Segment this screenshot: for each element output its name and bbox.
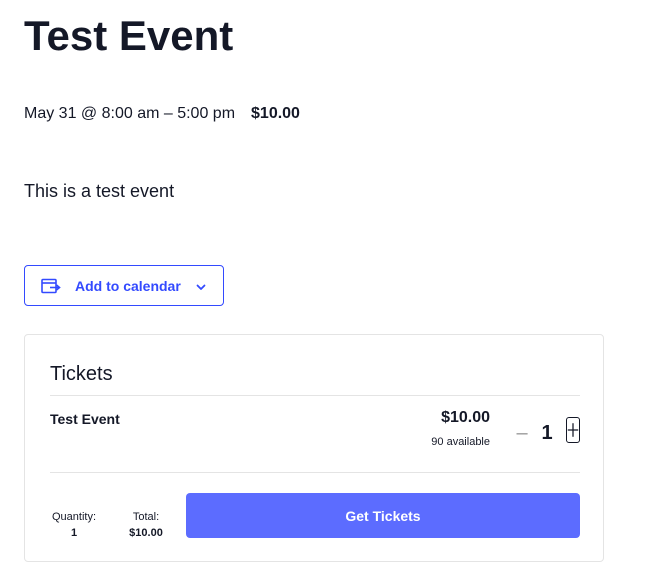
footer-total: Total: $10.00 <box>123 509 169 541</box>
event-description: This is a test event <box>24 181 175 201</box>
tickets-card: Tickets Test Event $10.00 90 available –… <box>24 334 604 562</box>
footer-quantity-value: 1 <box>70 527 78 539</box>
event-price: $10.00 <box>251 105 300 122</box>
divider <box>50 395 580 396</box>
event-datetime: May 31 @ 8:00 am – 5:00 pm <box>24 105 236 122</box>
tickets-heading: Tickets <box>50 363 113 385</box>
footer-total-value: $10.00 <box>129 527 163 539</box>
chevron-down-icon <box>195 280 207 292</box>
event-title: Test Event <box>24 12 234 59</box>
ticket-name: Test Event <box>50 411 120 427</box>
event-meta: May 31 @ 8:00 am – 5:00 pm $10.00 <box>24 104 300 124</box>
quantity-increment-button[interactable] <box>566 417 580 443</box>
calendar-export-icon <box>41 278 61 294</box>
divider <box>50 472 580 473</box>
ticket-availability: 90 available <box>431 436 490 448</box>
get-tickets-button[interactable]: Get Tickets <box>186 493 580 538</box>
plus-icon <box>567 423 579 437</box>
footer-total-label: Total: <box>132 511 160 523</box>
footer-quantity: Quantity: 1 <box>47 509 101 541</box>
add-to-calendar-label: Add to calendar <box>75 277 181 294</box>
add-to-calendar-button[interactable]: Add to calendar <box>24 265 224 306</box>
quantity-decrement-button[interactable]: – <box>514 423 530 443</box>
ticket-price: $10.00 <box>441 409 490 426</box>
footer-quantity-label: Quantity: <box>51 511 97 523</box>
quantity-value[interactable]: 1 <box>536 420 558 446</box>
